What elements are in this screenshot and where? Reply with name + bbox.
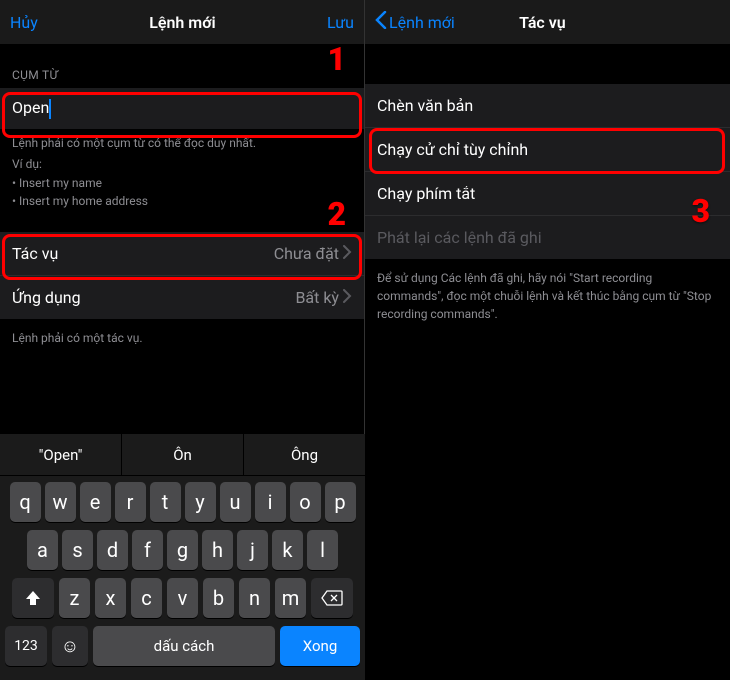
phrase-input-row[interactable]: Open bbox=[0, 88, 364, 129]
suggestion-1[interactable]: "Open" bbox=[0, 434, 122, 475]
chevron-left-icon bbox=[375, 11, 387, 33]
action-label: Chèn văn bản bbox=[377, 96, 473, 115]
kb-row-3: z x c v b n m bbox=[3, 578, 362, 618]
help-example-2: • Insert my home address bbox=[0, 192, 364, 210]
shift-icon bbox=[24, 589, 42, 607]
key-j[interactable]: j bbox=[237, 530, 268, 570]
back-button[interactable]: Lệnh mới bbox=[375, 11, 455, 33]
key-q[interactable]: q bbox=[10, 482, 41, 522]
navbar-right: Lệnh mới Tác vụ bbox=[365, 0, 730, 44]
footer-text-right: Để sử dụng Các lệnh đã ghi, hãy nói "Sta… bbox=[365, 259, 730, 333]
key-r[interactable]: r bbox=[115, 482, 146, 522]
key-m[interactable]: m bbox=[275, 578, 306, 618]
phrase-input[interactable]: Open bbox=[12, 98, 49, 117]
text-cursor bbox=[49, 99, 51, 119]
kb-row-2: a s d f g h j k l bbox=[3, 530, 362, 570]
action-label: Tác vụ bbox=[12, 244, 58, 263]
action-custom-gesture[interactable]: Chạy cử chỉ tùy chỉnh bbox=[365, 128, 730, 172]
key-a[interactable]: a bbox=[27, 530, 58, 570]
key-s[interactable]: s bbox=[62, 530, 93, 570]
chevron-right-icon bbox=[343, 244, 352, 263]
key-d[interactable]: d bbox=[97, 530, 128, 570]
suggestion-3[interactable]: Ông bbox=[244, 434, 365, 475]
key-h[interactable]: h bbox=[202, 530, 233, 570]
backspace-icon bbox=[321, 590, 343, 606]
suggestion-bar: "Open" Ôn Ông bbox=[0, 434, 365, 476]
key-return[interactable]: Xong bbox=[280, 626, 360, 666]
key-n[interactable]: n bbox=[239, 578, 270, 618]
action-value: Chưa đặt bbox=[274, 244, 352, 263]
key-w[interactable]: w bbox=[45, 482, 76, 522]
app-row[interactable]: Ứng dụng Bất kỳ bbox=[0, 276, 364, 319]
key-g[interactable]: g bbox=[167, 530, 198, 570]
help-example-1: • Insert my name bbox=[0, 174, 364, 192]
section-header-phrase: CỤM TỪ bbox=[0, 44, 364, 88]
soft-keyboard: "Open" Ôn Ông q w e r t y u i o p bbox=[0, 434, 365, 680]
key-l[interactable]: l bbox=[307, 530, 338, 570]
action-row[interactable]: Tác vụ Chưa đặt bbox=[0, 232, 364, 276]
nav-title-right: Tác vụ bbox=[519, 13, 566, 32]
action-list-screen: Lệnh mới Tác vụ Chèn văn bản Chạy cử chỉ… bbox=[365, 0, 730, 680]
annotation-3: 3 bbox=[691, 192, 710, 230]
key-f[interactable]: f bbox=[132, 530, 163, 570]
action-label: Chạy cử chỉ tùy chỉnh bbox=[377, 140, 528, 159]
key-c[interactable]: c bbox=[131, 578, 162, 618]
key-i[interactable]: i bbox=[255, 482, 286, 522]
action-run-shortcut[interactable]: Chạy phím tắt bbox=[365, 172, 730, 216]
chevron-right-icon bbox=[343, 288, 352, 307]
navbar-left: Hủy Lệnh mới Lưu bbox=[0, 0, 364, 44]
key-o[interactable]: o bbox=[290, 482, 321, 522]
key-t[interactable]: t bbox=[150, 482, 181, 522]
key-k[interactable]: k bbox=[272, 530, 303, 570]
key-v[interactable]: v bbox=[167, 578, 198, 618]
action-label: Chạy phím tắt bbox=[377, 184, 475, 203]
suggestion-2[interactable]: Ôn bbox=[122, 434, 244, 475]
save-button[interactable]: Lưu bbox=[327, 13, 354, 32]
action-label: Phát lại các lệnh đã ghi bbox=[377, 228, 542, 247]
key-123[interactable]: 123 bbox=[5, 626, 47, 666]
cancel-button[interactable]: Hủy bbox=[10, 13, 38, 32]
settings-group: Tác vụ Chưa đặt Ứng dụng Bất kỳ bbox=[0, 232, 364, 319]
annotation-1: 1 bbox=[327, 40, 346, 78]
help-text: Lệnh phải có một cụm từ có thể đọc duy n… bbox=[0, 129, 364, 154]
kb-row-4: 123 ☺ dấu cách Xong bbox=[3, 626, 362, 666]
action-playback-recorded: Phát lại các lệnh đã ghi bbox=[365, 216, 730, 259]
key-space[interactable]: dấu cách bbox=[93, 626, 275, 666]
action-insert-text[interactable]: Chèn văn bản bbox=[365, 84, 730, 128]
key-z[interactable]: z bbox=[59, 578, 90, 618]
key-b[interactable]: b bbox=[203, 578, 234, 618]
key-y[interactable]: y bbox=[185, 482, 216, 522]
footer-text-left: Lệnh phải có một tác vụ. bbox=[0, 319, 364, 357]
key-p[interactable]: p bbox=[325, 482, 356, 522]
key-x[interactable]: x bbox=[95, 578, 126, 618]
key-u[interactable]: u bbox=[220, 482, 251, 522]
key-shift[interactable] bbox=[12, 578, 54, 618]
key-e[interactable]: e bbox=[80, 482, 111, 522]
emoji-icon: ☺ bbox=[61, 636, 79, 657]
app-value: Bất kỳ bbox=[295, 288, 352, 307]
key-backspace[interactable] bbox=[311, 578, 353, 618]
kb-row-1: q w e r t y u i o p bbox=[3, 482, 362, 522]
help-example-label: Ví dụ: bbox=[0, 154, 364, 175]
key-emoji[interactable]: ☺ bbox=[52, 626, 88, 666]
app-label: Ứng dụng bbox=[12, 288, 81, 307]
nav-title: Lệnh mới bbox=[149, 13, 215, 32]
action-list: Chèn văn bản Chạy cử chỉ tùy chỉnh Chạy … bbox=[365, 84, 730, 259]
new-command-screen: Hủy Lệnh mới Lưu CỤM TỪ Open Lệnh phải c… bbox=[0, 0, 365, 680]
annotation-2: 2 bbox=[327, 195, 346, 233]
